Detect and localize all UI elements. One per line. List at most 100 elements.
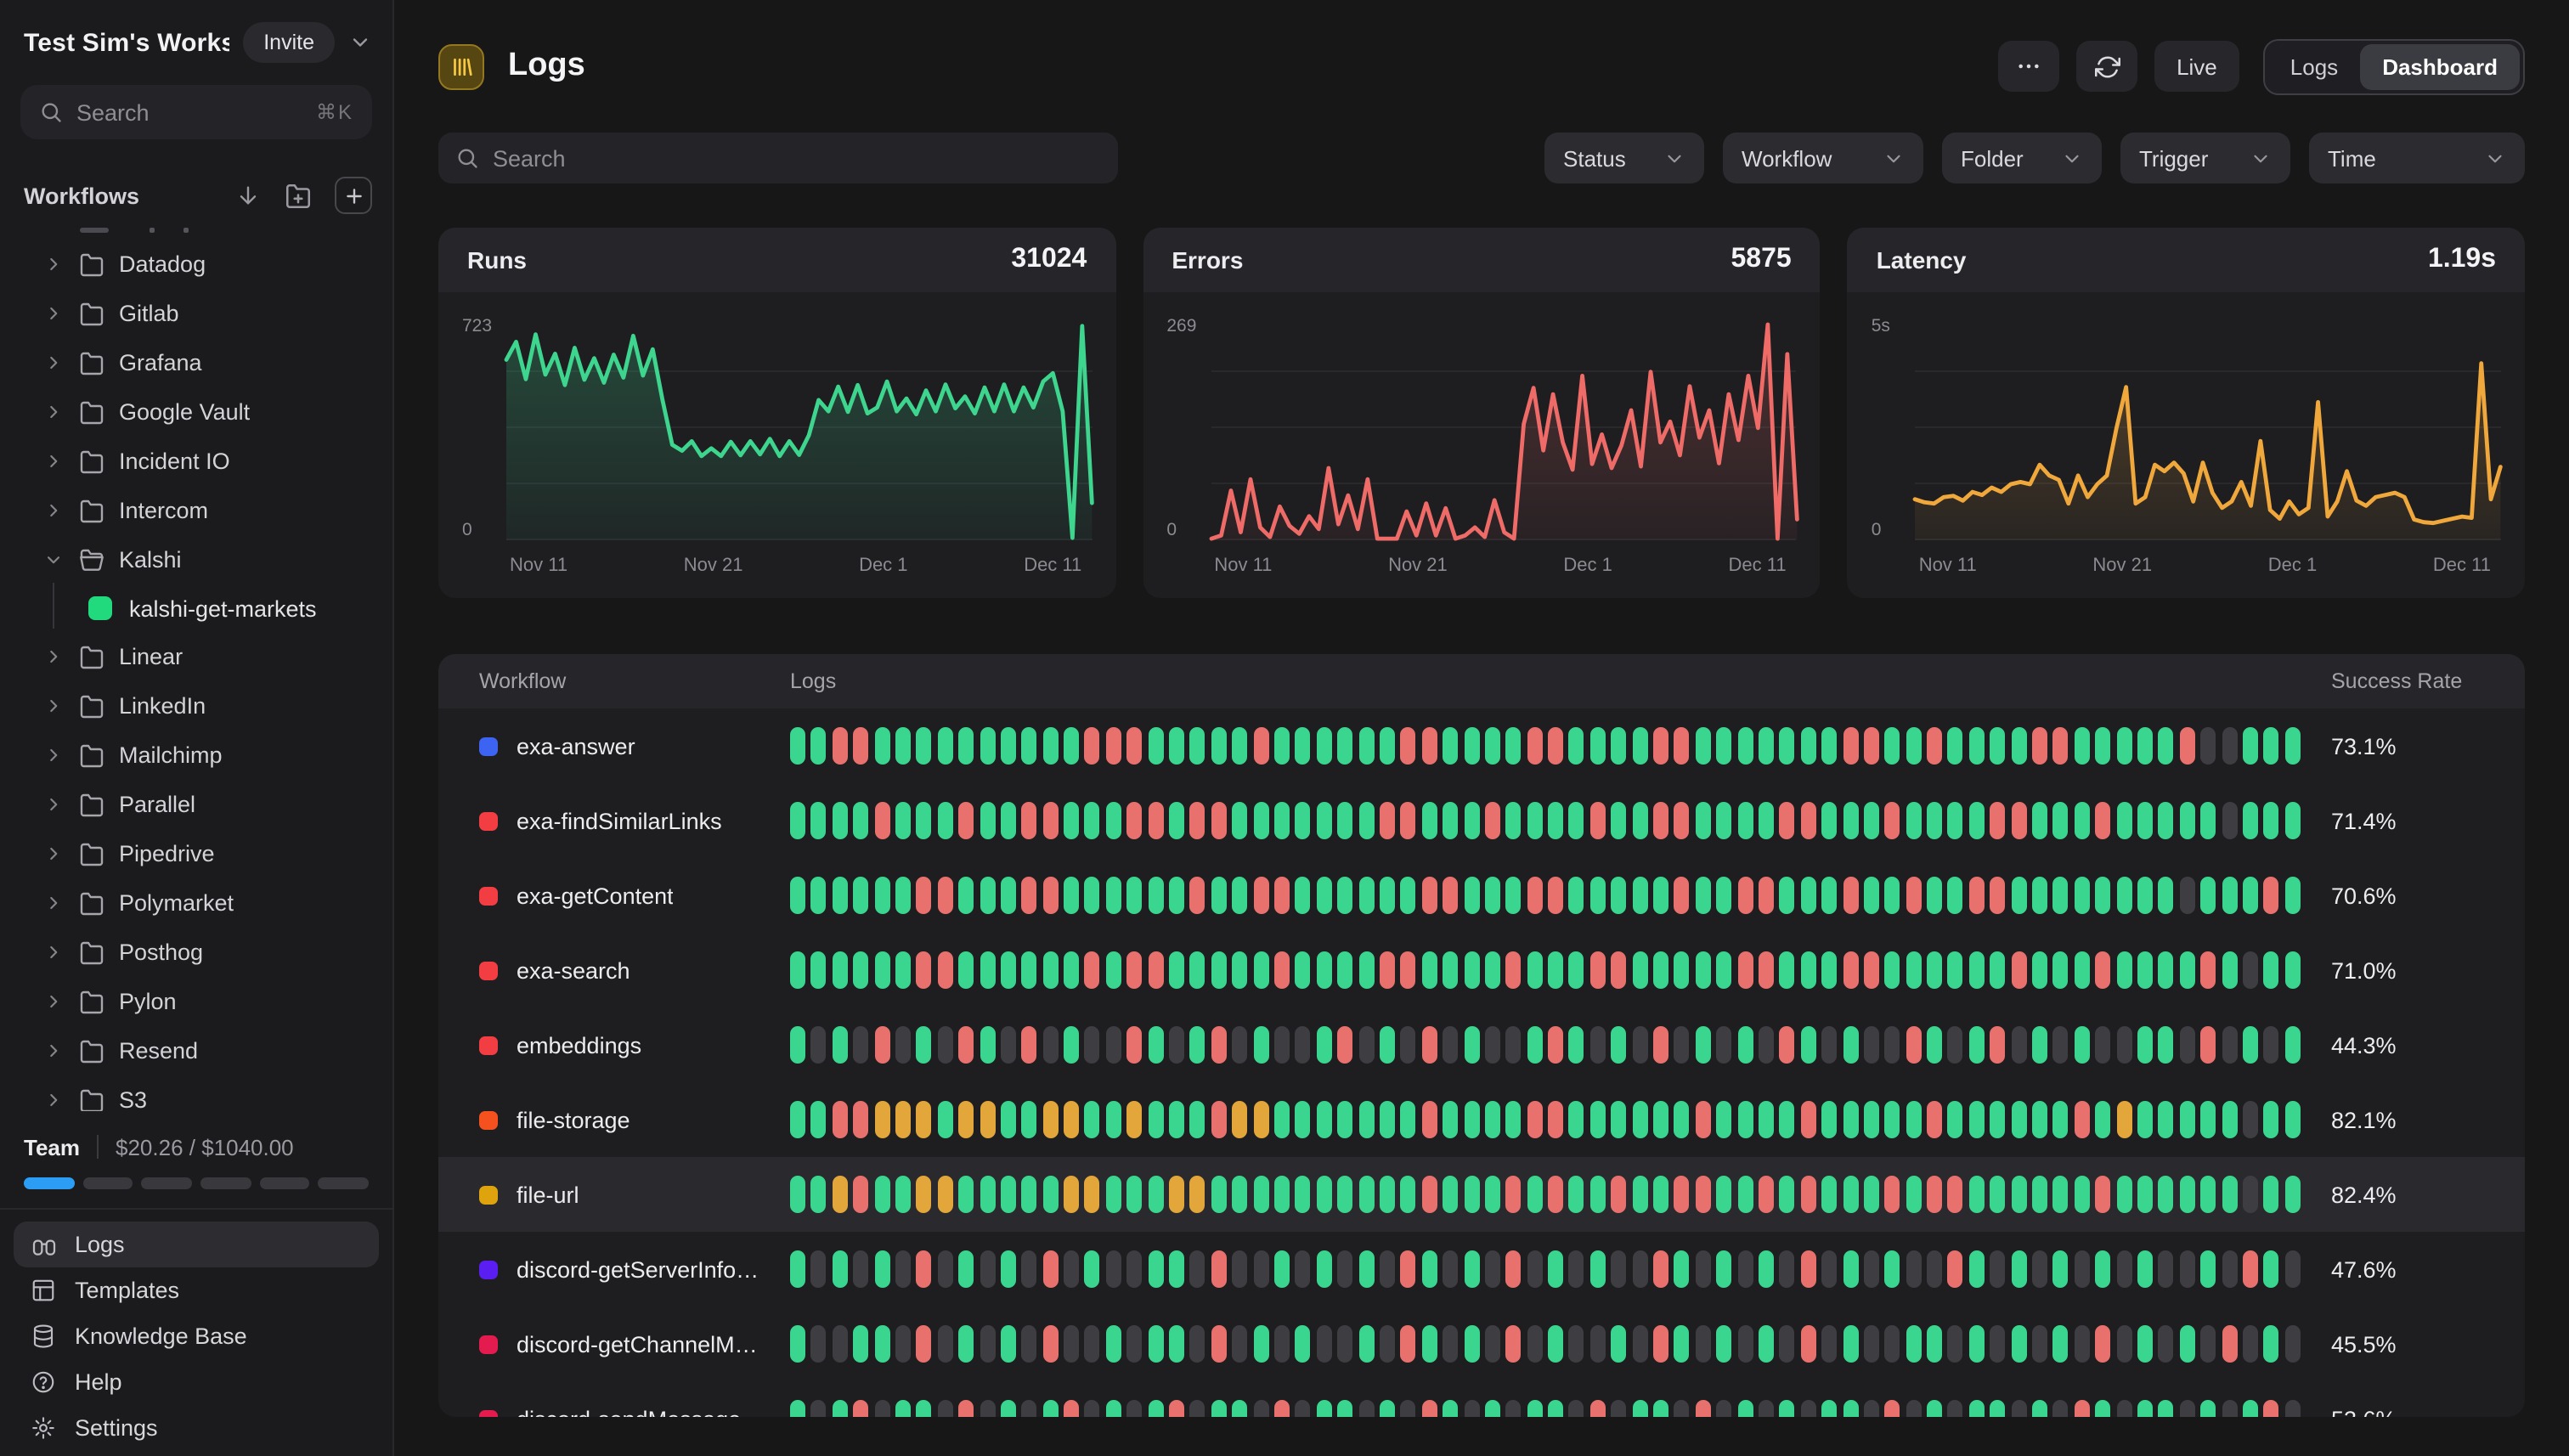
log-pill[interactable]: [1864, 951, 1879, 989]
log-pill[interactable]: [2075, 802, 2090, 839]
log-pill[interactable]: [1906, 1101, 1921, 1138]
invite-button[interactable]: Invite: [243, 22, 335, 63]
log-pill[interactable]: [917, 1325, 932, 1363]
log-pill[interactable]: [1906, 951, 1921, 989]
sort-download-icon[interactable]: [234, 183, 262, 210]
log-pill[interactable]: [1085, 1176, 1100, 1213]
log-pill[interactable]: [1106, 1250, 1121, 1288]
sidebar-item-settings[interactable]: Settings: [14, 1405, 379, 1451]
log-pill[interactable]: [1969, 1026, 1985, 1064]
log-pill[interactable]: [1864, 1250, 1879, 1288]
log-pill[interactable]: [1296, 1026, 1311, 1064]
log-pill[interactable]: [1464, 1250, 1479, 1288]
log-pill[interactable]: [2075, 1176, 2090, 1213]
log-pill[interactable]: [1821, 1250, 1837, 1288]
table-row-file-url[interactable]: file-url82.4%: [438, 1157, 2525, 1232]
new-folder-icon[interactable]: [284, 182, 313, 211]
log-pill[interactable]: [895, 877, 911, 914]
log-pill[interactable]: [1106, 802, 1121, 839]
sidebar-item-s3[interactable]: S3: [0, 1076, 392, 1111]
log-pill[interactable]: [2011, 802, 2026, 839]
log-pill[interactable]: [1211, 1101, 1227, 1138]
log-pill[interactable]: [1990, 1250, 2006, 1288]
log-pill[interactable]: [1085, 1250, 1100, 1288]
log-pill[interactable]: [2116, 1400, 2131, 1417]
log-pill[interactable]: [1127, 1176, 1143, 1213]
log-pill[interactable]: [1064, 1250, 1079, 1288]
log-pill[interactable]: [2284, 1101, 2300, 1138]
log-pill[interactable]: [1485, 1250, 1500, 1288]
log-pill[interactable]: [1042, 1026, 1058, 1064]
log-pill[interactable]: [1464, 951, 1479, 989]
log-pill[interactable]: [2075, 951, 2090, 989]
log-pill[interactable]: [1274, 1101, 1290, 1138]
log-pill[interactable]: [1927, 1026, 1942, 1064]
log-pill[interactable]: [1906, 1325, 1921, 1363]
log-pill[interactable]: [1696, 727, 1711, 765]
log-pill[interactable]: [1001, 1176, 1016, 1213]
log-pill[interactable]: [917, 1176, 932, 1213]
log-pill[interactable]: [1317, 951, 1332, 989]
chevron-right-icon[interactable]: [42, 303, 65, 325]
log-pill[interactable]: [1317, 877, 1332, 914]
log-pill[interactable]: [1674, 1250, 1690, 1288]
log-pill[interactable]: [1211, 1250, 1227, 1288]
sidebar-item-gitlab[interactable]: Gitlab: [0, 290, 392, 339]
log-pill[interactable]: [1380, 1176, 1395, 1213]
log-pill[interactable]: [2011, 1400, 2026, 1417]
workspace-chevron-down-icon[interactable]: [348, 31, 372, 54]
log-pill[interactable]: [1169, 1026, 1184, 1064]
log-pill[interactable]: [853, 1325, 868, 1363]
log-pill[interactable]: [1337, 951, 1352, 989]
log-pill[interactable]: [1969, 802, 1985, 839]
log-pill[interactable]: [1569, 1325, 1584, 1363]
log-pill[interactable]: [1443, 1400, 1458, 1417]
log-pill[interactable]: [1843, 1026, 1858, 1064]
log-pill[interactable]: [1169, 1101, 1184, 1138]
log-pill[interactable]: [917, 877, 932, 914]
log-pill[interactable]: [1821, 951, 1837, 989]
log-pill[interactable]: [1148, 877, 1163, 914]
log-pill[interactable]: [1317, 1101, 1332, 1138]
log-pill[interactable]: [2159, 802, 2174, 839]
log-pill[interactable]: [1906, 1026, 1921, 1064]
log-pill[interactable]: [1485, 727, 1500, 765]
log-pill[interactable]: [1401, 1325, 1416, 1363]
log-pill[interactable]: [2284, 951, 2300, 989]
log-pill[interactable]: [1253, 1176, 1268, 1213]
log-pill[interactable]: [1064, 1101, 1079, 1138]
log-pill[interactable]: [1653, 1400, 1668, 1417]
log-pill[interactable]: [1085, 951, 1100, 989]
log-pill[interactable]: [937, 951, 952, 989]
log-pill[interactable]: [1716, 1026, 1731, 1064]
log-pill[interactable]: [1190, 1325, 1205, 1363]
log-pill[interactable]: [2095, 1250, 2110, 1288]
log-pill[interactable]: [1380, 1026, 1395, 1064]
log-pill[interactable]: [790, 1250, 805, 1288]
log-pill[interactable]: [1337, 802, 1352, 839]
logs-search[interactable]: [438, 133, 1118, 183]
log-pill[interactable]: [790, 1176, 805, 1213]
log-pill[interactable]: [2264, 1176, 2279, 1213]
log-pill[interactable]: [1821, 1101, 1837, 1138]
chevron-right-icon[interactable]: [42, 745, 65, 767]
log-pill[interactable]: [1042, 877, 1058, 914]
log-pill[interactable]: [1085, 1026, 1100, 1064]
log-pill[interactable]: [1253, 951, 1268, 989]
log-pill[interactable]: [1022, 1176, 1037, 1213]
chevron-right-icon[interactable]: [42, 646, 65, 669]
log-pill[interactable]: [2137, 1176, 2153, 1213]
log-pill[interactable]: [1485, 1325, 1500, 1363]
log-pill[interactable]: [2159, 1325, 2174, 1363]
log-pill[interactable]: [1042, 1176, 1058, 1213]
log-pill[interactable]: [980, 1101, 995, 1138]
log-pill[interactable]: [1801, 951, 1816, 989]
log-pill[interactable]: [853, 802, 868, 839]
log-pill[interactable]: [811, 877, 827, 914]
log-pill[interactable]: [1527, 951, 1542, 989]
log-pill[interactable]: [1317, 1250, 1332, 1288]
log-pill[interactable]: [1716, 802, 1731, 839]
log-pill[interactable]: [1885, 1101, 1900, 1138]
log-pill[interactable]: [2243, 1101, 2258, 1138]
log-pill[interactable]: [1969, 1250, 1985, 1288]
